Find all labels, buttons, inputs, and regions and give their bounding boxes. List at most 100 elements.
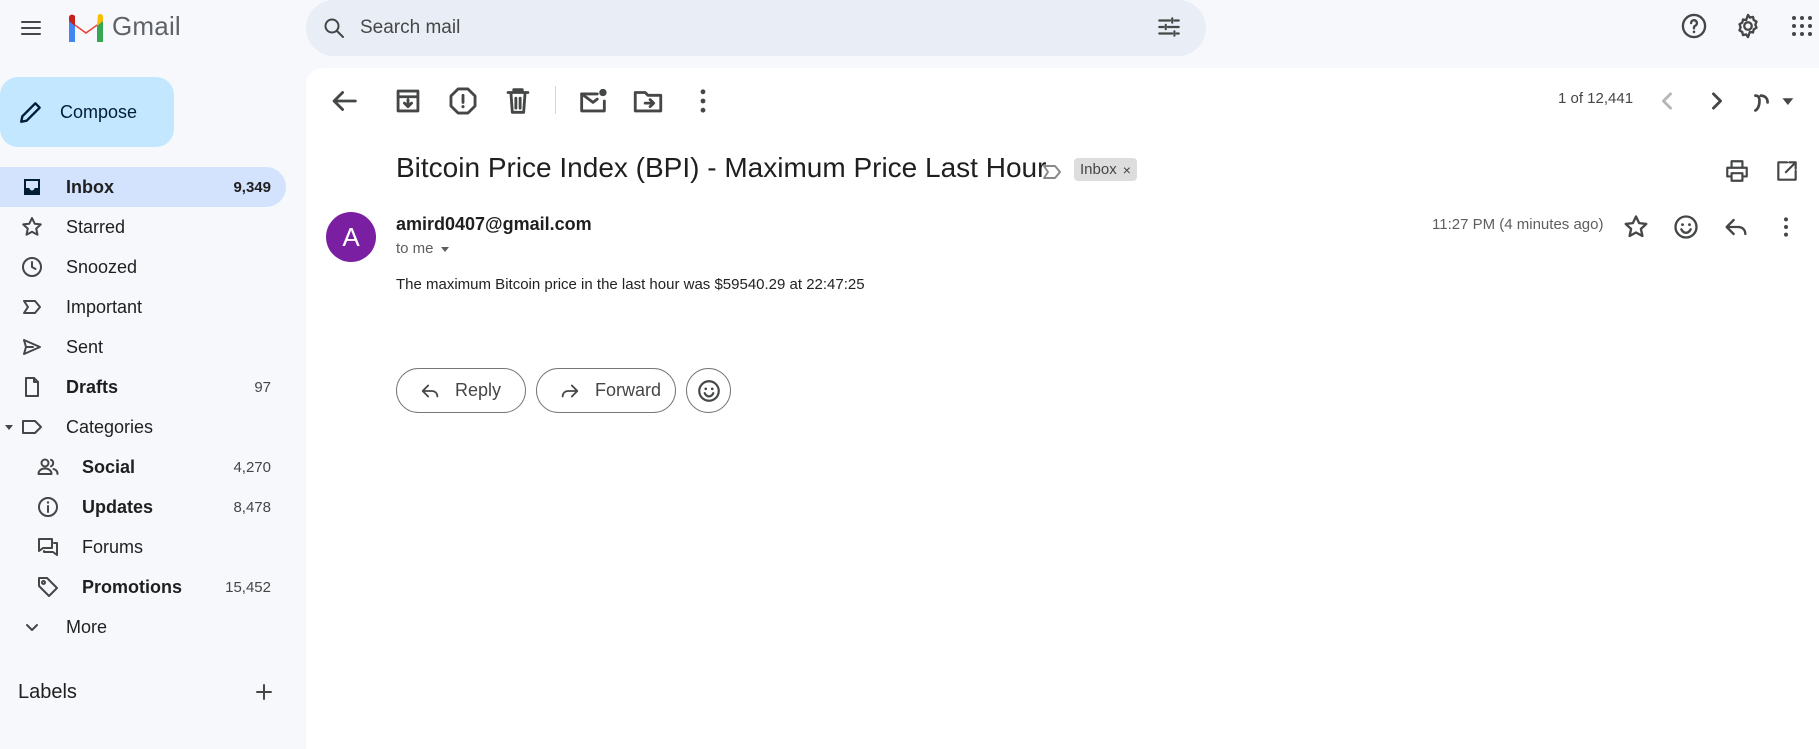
sidebar-item-label: Inbox	[66, 176, 114, 197]
info-icon	[38, 497, 58, 517]
chevron-down-icon	[26, 624, 38, 631]
emoji-icon	[697, 379, 720, 402]
emoji-icon[interactable]	[1672, 213, 1700, 241]
sidebar-item-label: Snoozed	[66, 256, 138, 277]
sidebar-item-forums[interactable]: Forums	[0, 527, 286, 567]
recipients-toggle[interactable]: to me	[396, 240, 450, 257]
reply-icon	[421, 384, 439, 397]
chevron-left-icon[interactable]	[1650, 84, 1684, 118]
trash-icon[interactable]	[501, 84, 535, 118]
email-subject: Bitcoin Price Index (BPI) - Maximum Pric…	[396, 152, 1047, 183]
sidebar-item-promotions[interactable]: Promotions 15,452	[0, 567, 286, 607]
reply-label: Reply	[455, 380, 502, 400]
search-options-icon[interactable]	[1156, 14, 1182, 40]
message-pane: 1 of 12,441 Bitcoin Price Index (BPI) - …	[306, 68, 1819, 749]
avatar[interactable]: A	[326, 212, 376, 262]
sender-email[interactable]: amird0407@gmail.com	[396, 214, 592, 235]
caret-down-icon	[440, 246, 449, 252]
inbox-icon	[24, 179, 40, 195]
send-icon	[23, 339, 41, 355]
sidebar-item-label: Updates	[82, 496, 154, 517]
move-to-icon[interactable]	[631, 84, 665, 118]
search-input[interactable]	[360, 14, 1120, 42]
back-arrow-icon[interactable]	[327, 84, 361, 118]
star-icon	[22, 217, 42, 236]
gmail-logo[interactable]: Gmail	[66, 11, 181, 42]
tag-icon	[38, 577, 58, 597]
print-icon[interactable]	[1724, 158, 1750, 184]
search-icon[interactable]	[322, 16, 346, 40]
importance-marker-icon[interactable]	[1040, 160, 1064, 184]
sidebar-item-more[interactable]: More	[0, 607, 286, 647]
hamburger-menu-icon	[21, 21, 41, 35]
toolbar-divider	[555, 86, 556, 114]
sidebar-item-updates[interactable]: Updates 8,478	[0, 487, 286, 527]
chip-label: Inbox	[1080, 161, 1117, 178]
important-icon	[23, 300, 41, 314]
more-vertical-icon[interactable]	[1772, 213, 1800, 241]
forward-icon	[561, 384, 579, 397]
chevron-right-icon[interactable]	[1700, 84, 1734, 118]
reply-button[interactable]: Reply	[396, 368, 526, 413]
unread-count: 9,349	[233, 178, 271, 196]
forward-label: Forward	[595, 380, 662, 400]
people-icon	[37, 458, 59, 475]
message-timestamp: 11:27 PM (4 minutes ago)	[1432, 216, 1604, 233]
reply-icon[interactable]	[1722, 213, 1750, 241]
help-icon[interactable]	[1680, 12, 1708, 40]
remove-label-button[interactable]: ×	[1123, 162, 1131, 178]
labels-heading: Labels	[18, 681, 77, 703]
forum-icon	[38, 538, 58, 556]
input-tools-icon[interactable]	[1750, 84, 1796, 118]
sidebar-item-starred[interactable]: Starred	[0, 207, 286, 247]
main-menu-button[interactable]	[14, 13, 48, 43]
report-spam-icon[interactable]	[446, 84, 480, 118]
sidebar-item-sent[interactable]: Sent	[0, 327, 286, 367]
sidebar-item-important[interactable]: Important	[0, 287, 286, 327]
sidebar-item-social[interactable]: Social 4,270	[0, 447, 286, 487]
sidebar-item-label: Starred	[66, 216, 126, 237]
mark-unread-icon[interactable]	[576, 84, 610, 118]
star-icon[interactable]	[1622, 213, 1650, 241]
inbox-label-chip: Inbox ×	[1074, 158, 1137, 181]
compose-button[interactable]: Compose	[0, 77, 174, 147]
app-name: Gmail	[112, 11, 181, 41]
more-vertical-icon[interactable]	[686, 84, 720, 118]
gmail-m-icon	[69, 13, 103, 42]
sidebar-item-label: Important	[66, 296, 143, 317]
sidebar-item-inbox[interactable]: Inbox 9,349	[0, 167, 286, 207]
archive-icon[interactable]	[391, 84, 425, 118]
sidebar: Compose Inbox 9,349 Starred Snoozed Impo…	[0, 56, 300, 749]
sidebar-item-label: More	[66, 616, 108, 637]
sidebar-item-label: Sent	[66, 336, 104, 357]
recipient-text: to me	[396, 240, 434, 257]
sidebar-item-categories[interactable]: Categories	[0, 407, 286, 447]
pagination-text: 1 of 12,441	[1558, 90, 1634, 107]
sidebar-item-drafts[interactable]: Drafts 97	[0, 367, 286, 407]
compose-label: Compose	[60, 101, 138, 122]
caret-down-icon[interactable]	[4, 422, 14, 432]
category-count: 4,270	[233, 458, 271, 476]
clock-icon	[22, 257, 42, 277]
sidebar-item-label: Social	[82, 456, 136, 477]
sidebar-item-label: Categories	[66, 416, 154, 437]
open-in-new-window-icon[interactable]	[1774, 158, 1800, 184]
draft-icon	[25, 377, 39, 397]
category-count: 8,478	[233, 498, 271, 516]
apps-grid-icon[interactable]	[1790, 14, 1814, 38]
pencil-icon	[20, 102, 41, 123]
sidebar-item-label: Forums	[82, 536, 144, 557]
add-reaction-button[interactable]	[686, 368, 731, 413]
message-body: The maximum Bitcoin price in the last ho…	[396, 276, 865, 293]
draft-count: 97	[254, 378, 271, 396]
label-icon	[22, 420, 42, 434]
sidebar-item-snoozed[interactable]: Snoozed	[0, 247, 286, 287]
plus-icon[interactable]	[252, 680, 276, 704]
sidebar-item-label: Promotions	[82, 576, 183, 597]
top-bar: Gmail	[0, 0, 1819, 56]
category-count: 15,452	[225, 578, 271, 596]
forward-button[interactable]: Forward	[536, 368, 676, 413]
search-bar	[306, 0, 1206, 56]
sidebar-item-label: Drafts	[66, 376, 119, 397]
gear-icon[interactable]	[1734, 12, 1762, 40]
